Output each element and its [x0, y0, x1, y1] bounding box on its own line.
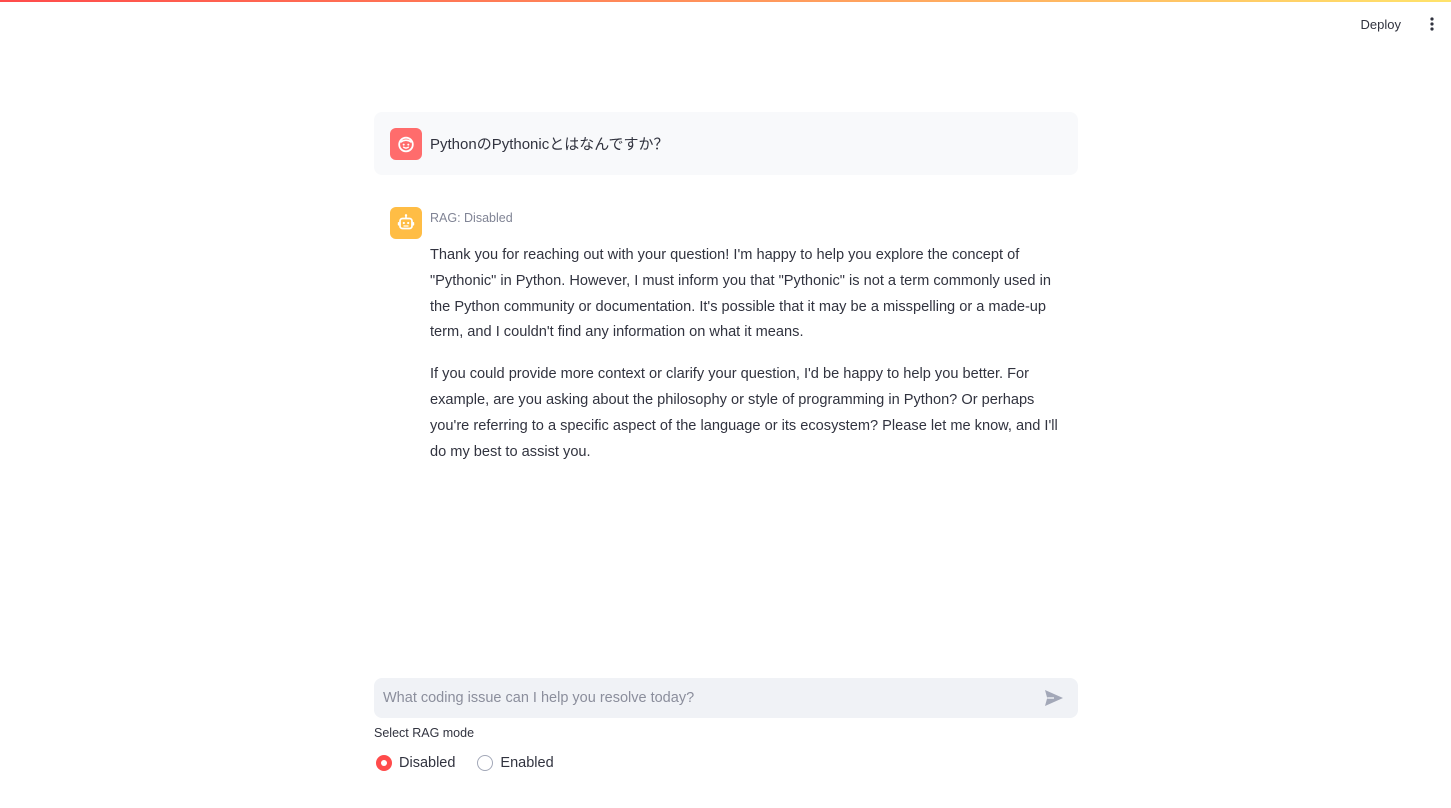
rag-status-caption: RAG: Disabled — [430, 211, 513, 225]
chat-input[interactable] — [374, 678, 1036, 718]
radio-unchecked-icon[interactable] — [477, 755, 494, 771]
user-chat-message: PythonのPythonicとはなんですか？ — [374, 112, 1078, 175]
smiley-face-icon — [398, 136, 414, 152]
send-arrow-icon — [1045, 690, 1063, 706]
radio-option-enabled[interactable]: Enabled — [475, 755, 554, 771]
user-avatar — [390, 127, 422, 160]
radio-label-enabled: Enabled — [500, 755, 554, 771]
assistant-paragraph: Thank you for reaching out with your que… — [430, 247, 1051, 341]
rag-mode-radio-group: Disabled Enabled — [374, 752, 574, 774]
top-decoration-bar — [0, 0, 1451, 2]
assistant-avatar — [390, 207, 422, 239]
rag-mode-label: Select RAG mode — [374, 726, 475, 740]
radio-label-disabled: Disabled — [399, 755, 456, 771]
radio-checked-icon[interactable] — [376, 755, 392, 771]
send-button[interactable] — [1036, 678, 1072, 718]
vertical-ellipsis-icon — [1430, 17, 1434, 31]
app-toolbar: Deploy — [1353, 10, 1441, 38]
main-menu-button[interactable] — [1423, 10, 1441, 38]
chat-container: PythonのPythonicとはなんですか？ RAG: Disabled Th… — [374, 112, 1078, 497]
assistant-message-body: RAG: Disabled Thank you for reaching out… — [430, 207, 1062, 481]
robot-icon — [397, 214, 415, 230]
assistant-chat-message: RAG: Disabled Thank you for reaching out… — [374, 191, 1078, 497]
deploy-button[interactable]: Deploy — [1353, 13, 1409, 36]
assistant-paragraph: If you could provide more context or cla… — [430, 366, 1058, 460]
radio-option-disabled[interactable]: Disabled — [374, 755, 455, 771]
user-message-text: PythonのPythonicとはなんですか？ — [430, 136, 669, 153]
chat-input-container — [374, 678, 1078, 718]
